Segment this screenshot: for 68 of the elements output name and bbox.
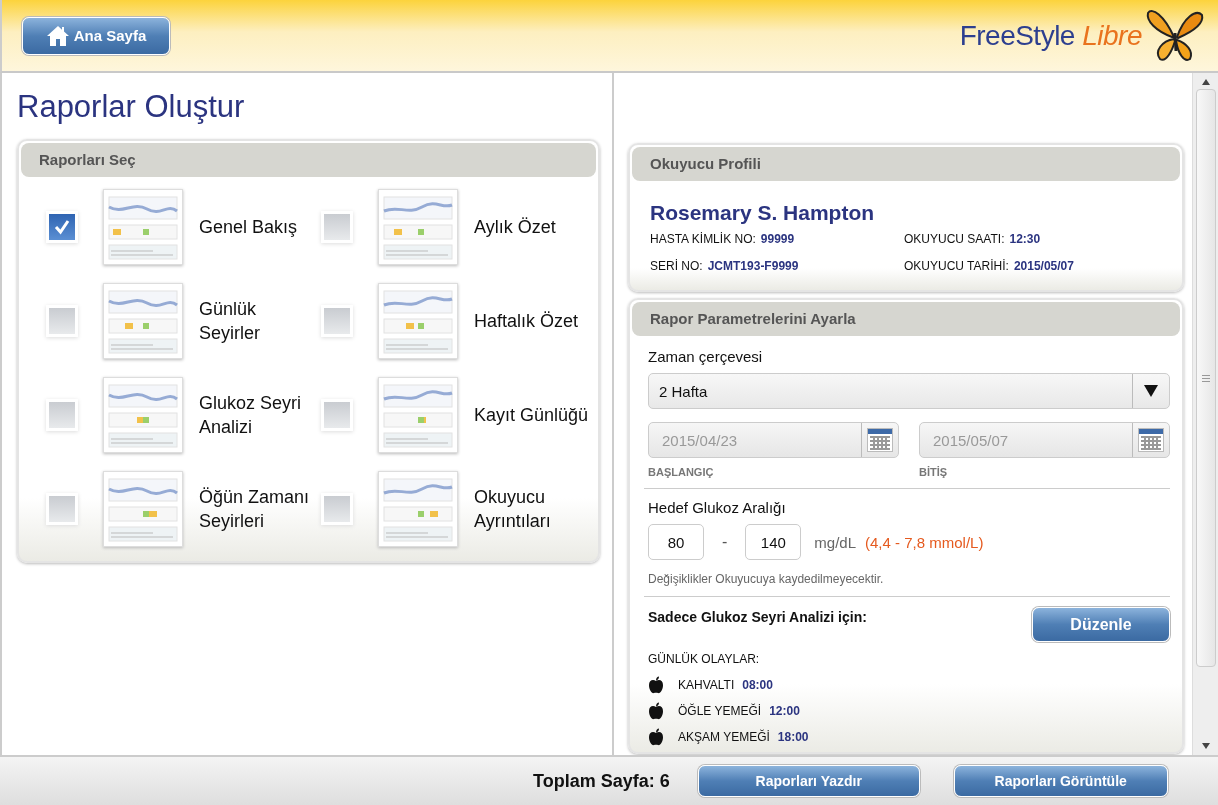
scroll-thumb[interactable] [1195,89,1216,667]
house-icon [45,24,70,47]
field-label: OKUYUCU SAATI: [904,232,1005,246]
range-separator: - [722,533,728,551]
report-label: Glukoz Seyri Analizi [199,392,302,439]
scroll-up-icon[interactable] [1201,79,1210,85]
event-time: 12:00 [769,704,800,718]
field-value: 99999 [760,232,795,246]
report-label: Aylık Özet [474,216,556,239]
report-label: Kayıt Günlüğü [474,404,589,427]
calendar-icon [1138,428,1164,452]
checkbox[interactable] [49,214,75,240]
date-caption: BİTİŞ [919,466,949,478]
card-header: Raporları Seç [21,143,596,177]
scroll-down-icon[interactable] [1201,743,1210,749]
checkbox[interactable] [49,496,75,522]
checkbox[interactable] [324,214,350,240]
apple-icon [648,702,664,720]
date-caption: BAŞLANGIÇ [648,466,715,478]
patient-name: Rosemary S. Hampton [649,200,876,226]
timeframe-dropdown[interactable]: 2 Hafta [648,373,1170,409]
field-value: JCMT193-F9999 [707,259,799,273]
report-label: Okuyucu Ayrıntıları [474,486,551,533]
total-pages: Toplam Sayfa: 6 [533,770,670,792]
print-button[interactable]: Raporları Yazdır [697,765,920,797]
logo-text: FreeStyle Libre [959,19,1142,52]
event-label: AKŞAM YEMEĞİ [678,730,770,744]
card-header: Rapor Parametrelerini Ayarla [632,302,1180,336]
start-date-field[interactable]: 2015/04/23 [648,422,899,458]
report-label: Genel Bakış [199,216,298,239]
field-value: 2015/05/07 [1013,259,1074,273]
field-label: Hedef Glukoz Aralığı [648,499,787,516]
report-label: Öğün Zamanı Seyirleri [199,486,310,533]
report-label: Günlük Seyirler [199,298,260,345]
card-header: Okuyucu Profili [632,147,1180,181]
checkbox[interactable] [324,402,350,428]
field-label: Zaman çerçevesi [648,348,764,365]
event-time: 18:00 [777,730,809,744]
events-heading: GÜNLÜK OLAYLAR: [648,652,761,666]
grip-icon [1201,374,1210,382]
dropdown-arrow-icon [1144,385,1158,397]
event-time: 08:00 [742,678,773,692]
end-date-field[interactable]: 2015/05/07 [919,422,1170,458]
apple-icon [648,676,664,694]
report-label: Haftalık Özet [474,310,579,333]
checkbox[interactable] [49,402,75,428]
unit-label: mg/dL [814,533,857,551]
event-label: KAHVALTI [678,678,735,692]
event-label: ÖĞLE YEMEĞİ [678,704,762,718]
apple-icon [648,728,664,746]
field-label: HASTA KİMLİK NO: [650,232,756,246]
checkbox[interactable] [324,308,350,334]
home-button[interactable]: Ana Sayfa [22,16,170,55]
high-target-field[interactable]: 140 [745,524,802,560]
note-text: Değişiklikler Okuyucuya kaydedilmeyecektir. [648,572,885,586]
checkbox[interactable] [49,308,75,334]
page-title: Raporlar Oluştur [17,89,246,125]
field-value: 12:30 [1009,232,1041,246]
edit-button[interactable]: Düzenle [1032,607,1170,642]
checkbox[interactable] [324,496,350,522]
field-label: SERİ NO: [650,259,703,273]
field-label: OKUYUCU TARİHİ: [904,259,1009,273]
mmol-range: (4,4 - 7,8 mmol/L) [865,533,984,551]
view-button[interactable]: Raporları Görüntüle [953,765,1168,797]
calendar-icon [867,428,893,452]
section-label: Sadece Glukoz Seyri Analizi için: [648,609,867,625]
scrollbar[interactable] [1192,73,1218,755]
low-target-field[interactable]: 80 [648,524,704,560]
